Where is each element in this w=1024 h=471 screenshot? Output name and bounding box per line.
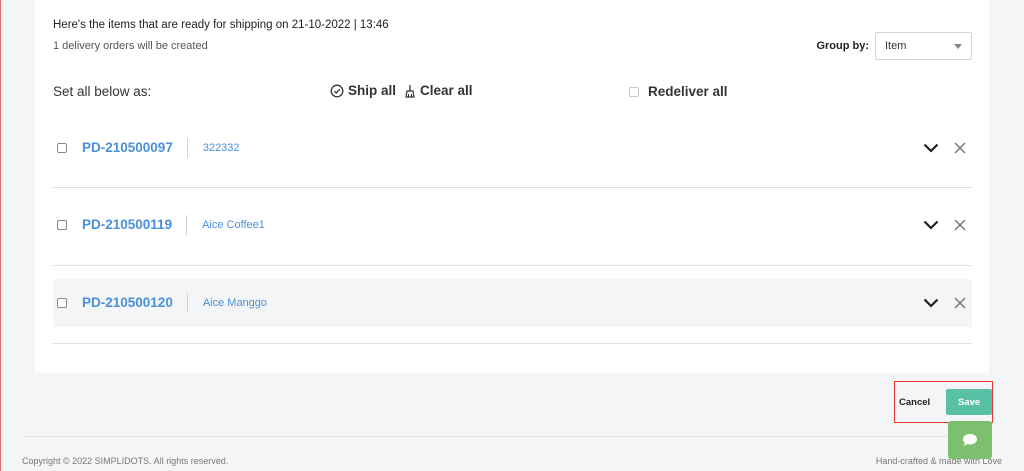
- row-checkbox[interactable]: [57, 298, 67, 308]
- clear-all-label: Clear all: [420, 83, 473, 98]
- save-button[interactable]: Save: [946, 389, 992, 415]
- redeliver-all-checkbox[interactable]: [629, 86, 639, 97]
- close-icon[interactable]: [954, 142, 966, 154]
- caret-down-icon: [954, 43, 962, 49]
- cancel-button[interactable]: Cancel: [899, 397, 930, 408]
- row-id-link[interactable]: PD-210500120: [82, 293, 188, 313]
- close-icon[interactable]: [954, 219, 966, 231]
- close-icon[interactable]: [954, 297, 966, 309]
- row-name-link[interactable]: Aice Manggo: [203, 297, 267, 309]
- ship-all-label: Ship all: [348, 83, 397, 98]
- clear-all-button[interactable]: Clear all: [404, 83, 473, 98]
- redeliver-all: Redeliver all: [629, 84, 728, 99]
- form-actions: Cancel Save: [894, 381, 993, 423]
- delivery-order-count: 1 delivery orders will be created: [53, 40, 208, 52]
- group-by-label: Group by:: [816, 40, 869, 52]
- copyright-text: Copyright © 2022 SIMPLIDOTS. All rights …: [22, 456, 229, 466]
- chevron-down-icon[interactable]: [923, 143, 939, 153]
- list-item: PD-210500120 Aice Manggo: [53, 279, 972, 327]
- bulk-actions: Ship all Clear all: [330, 83, 481, 98]
- row-checkbox[interactable]: [57, 143, 67, 153]
- footer-divider: [22, 436, 989, 437]
- row-checkbox[interactable]: [57, 220, 67, 230]
- row-id-link[interactable]: PD-210500119: [82, 215, 188, 235]
- page-title: Here's the items that are ready for ship…: [53, 19, 389, 31]
- redeliver-all-label: Redeliver all: [648, 84, 728, 99]
- row-divider: [53, 265, 972, 266]
- chat-bubble-icon: [963, 434, 977, 446]
- row-name-link[interactable]: 322332: [203, 142, 240, 154]
- broom-icon: [405, 84, 415, 98]
- row-name-link[interactable]: Aice Coffee1: [202, 219, 265, 231]
- group-by: Group by: Item: [816, 32, 972, 60]
- row-actions: [923, 201, 966, 249]
- ship-all-button[interactable]: Ship all: [330, 83, 396, 98]
- row-actions: [923, 279, 966, 327]
- row-id-link[interactable]: PD-210500097: [82, 138, 188, 158]
- circle-check-icon: [330, 84, 344, 97]
- row-actions: [923, 124, 966, 172]
- shipping-card: Here's the items that are ready for ship…: [35, 0, 989, 373]
- chevron-down-icon[interactable]: [923, 220, 939, 230]
- group-by-value: Item: [885, 40, 907, 52]
- row-divider: [53, 343, 972, 344]
- list-item: PD-210500119 Aice Coffee1: [53, 201, 972, 249]
- chevron-down-icon[interactable]: [923, 298, 939, 308]
- left-edge-line: [0, 0, 1, 471]
- chat-button[interactable]: [948, 421, 992, 459]
- row-divider: [53, 187, 972, 188]
- list-item: PD-210500097 322332: [53, 124, 972, 172]
- set-all-label: Set all below as:: [53, 84, 152, 99]
- group-by-select[interactable]: Item: [875, 32, 972, 60]
